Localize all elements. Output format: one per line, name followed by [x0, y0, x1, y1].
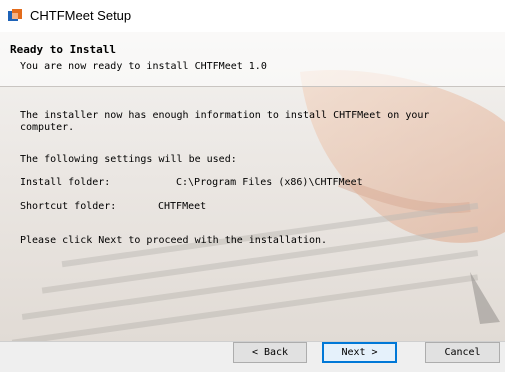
- cancel-button[interactable]: Cancel: [425, 342, 500, 363]
- back-button[interactable]: < Back: [233, 342, 307, 363]
- install-folder-label: Install folder:: [20, 177, 111, 188]
- window-title: CHTFMeet Setup: [30, 8, 132, 23]
- page-title: Ready to Install: [10, 43, 116, 56]
- intro-text-line2: computer.: [20, 122, 75, 133]
- shortcut-folder-value: CHTFMeet: [158, 201, 207, 212]
- install-folder-value: C:\Program Files (x86)\CHTFMeet: [176, 177, 363, 188]
- proceed-instruction: Please click Next to proceed with the in…: [20, 235, 328, 246]
- page-subtitle: You are now ready to install CHTFMeet 1.…: [20, 61, 267, 72]
- wizard-header: Ready to Install You are now ready to in…: [0, 32, 505, 87]
- wizard-content: Ready to Install You are now ready to in…: [0, 32, 505, 341]
- title-bar: CHTFMeet Setup: [0, 0, 505, 32]
- shortcut-folder-label: Shortcut folder:: [20, 201, 117, 212]
- settings-heading: The following settings will be used:: [20, 154, 237, 165]
- next-button[interactable]: Next >: [322, 342, 397, 363]
- intro-text-line1: The installer now has enough information…: [20, 110, 430, 121]
- setup-app-icon: [8, 9, 22, 21]
